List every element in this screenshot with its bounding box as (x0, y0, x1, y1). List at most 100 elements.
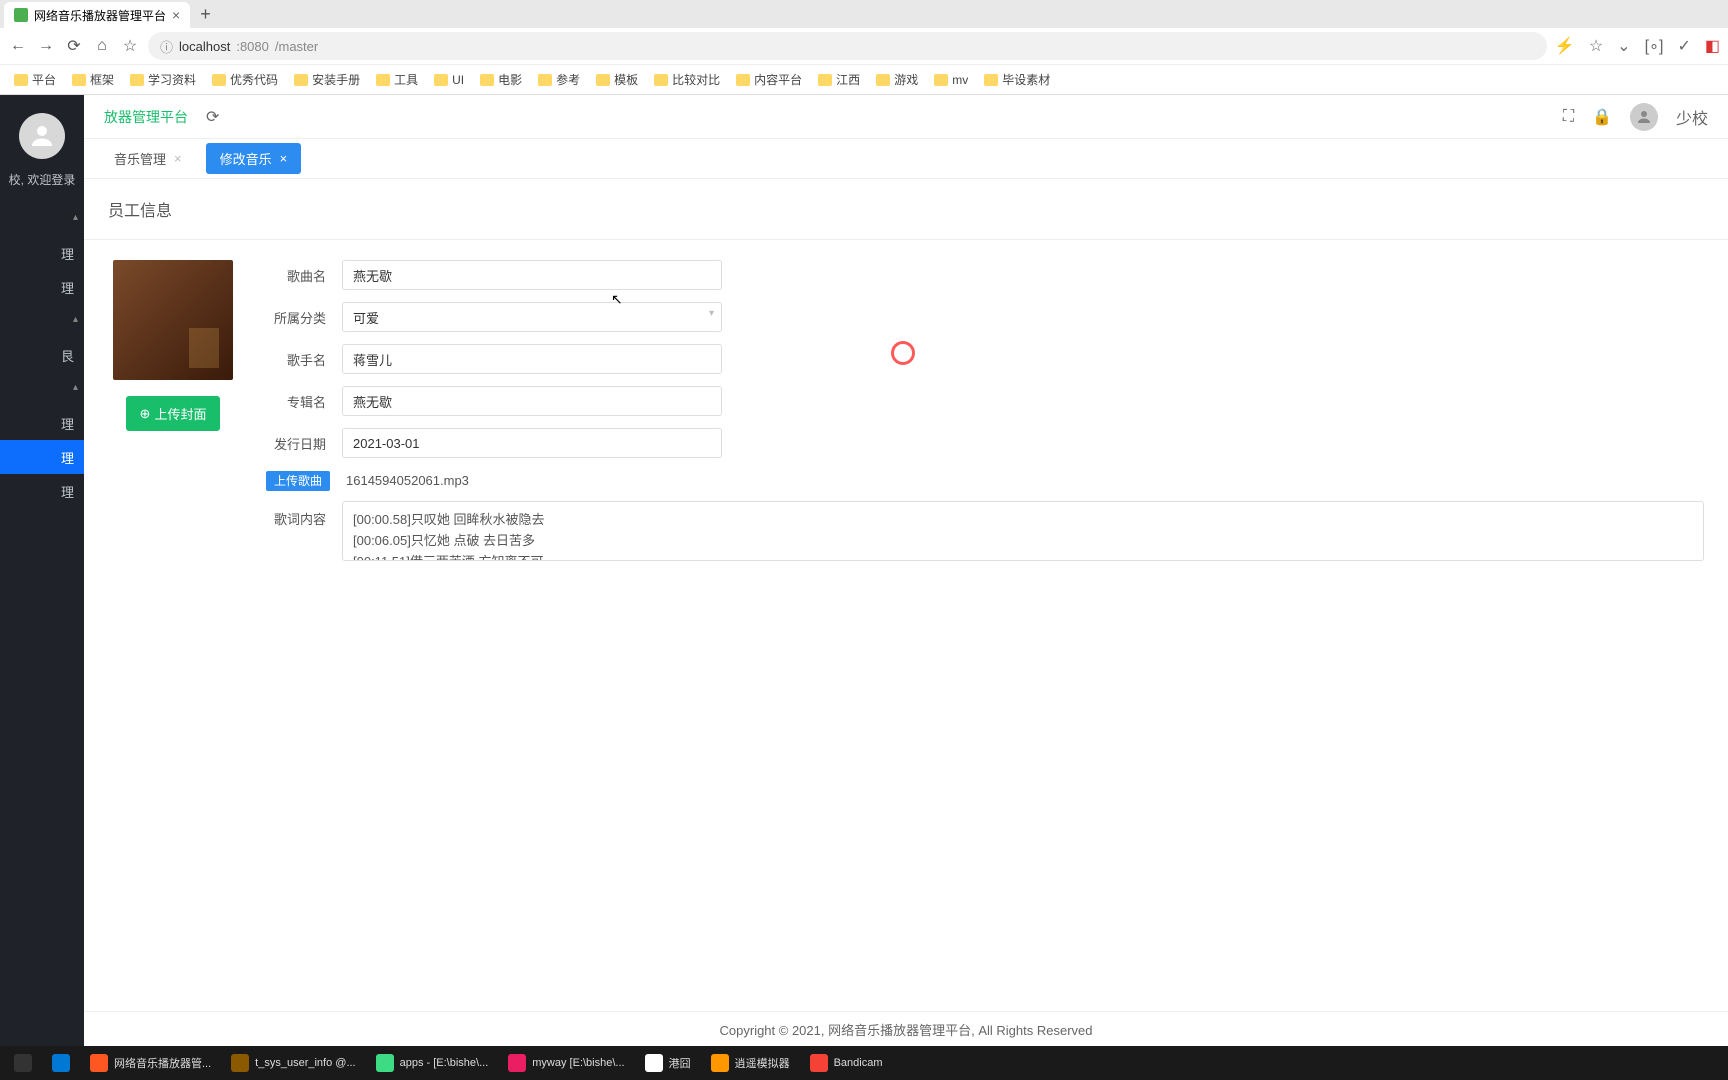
taskbar-item[interactable]: 网络音乐播放器管... (82, 1049, 219, 1077)
date-input[interactable] (342, 428, 722, 458)
url-host: localhost (179, 39, 230, 54)
taskbar-label: 网络音乐播放器管... (114, 1055, 211, 1071)
refresh-button[interactable]: ⟳ (206, 107, 219, 127)
ext3-icon[interactable]: ◧ (1705, 36, 1720, 56)
sidebar-item[interactable]: 理 (0, 440, 84, 474)
bookmark-item[interactable]: mv (934, 73, 968, 87)
ext1-icon[interactable]: [∘] (1645, 36, 1664, 56)
bookmark-label: 框架 (90, 71, 114, 88)
sidebar-item[interactable]: ▴ (0, 202, 84, 236)
bookmark-label: UI (452, 73, 464, 87)
taskbar-item[interactable] (44, 1049, 78, 1077)
bookmark-label: 平台 (32, 71, 56, 88)
sidebar-item[interactable]: ▴ (0, 372, 84, 406)
fullscreen-icon[interactable]: ⛶ (1563, 108, 1574, 126)
sidebar-item[interactable]: 理 (0, 406, 84, 440)
chevron-down-icon[interactable]: ⌄ (1617, 36, 1630, 56)
lyrics-textarea[interactable] (342, 501, 1704, 561)
folder-icon (654, 74, 668, 86)
info-icon: ⓘ (160, 37, 173, 56)
taskbar-item[interactable]: Bandicam (802, 1049, 891, 1077)
bookmark-item[interactable]: 优秀代码 (212, 71, 278, 88)
bookmark-item[interactable]: 内容平台 (736, 71, 802, 88)
taskbar-label: apps - [E:\bishe\... (400, 1057, 489, 1069)
singer-input[interactable] (342, 344, 722, 374)
folder-icon (538, 74, 552, 86)
flash-icon[interactable]: ⚡ (1555, 36, 1575, 56)
bookmark-item[interactable]: 电影 (480, 71, 522, 88)
close-icon[interactable]: × (280, 151, 288, 166)
back-icon[interactable]: ← (8, 36, 28, 56)
bookmark-item[interactable]: 毕设素材 (984, 71, 1050, 88)
bookmark-item[interactable]: 游戏 (876, 71, 918, 88)
song-input[interactable] (342, 260, 722, 290)
star-icon[interactable]: ☆ (120, 36, 140, 56)
taskbar-item[interactable]: t_sys_user_info @... (223, 1049, 363, 1077)
taskbar-item[interactable]: 逍遥模拟器 (703, 1049, 798, 1077)
folder-icon (876, 74, 890, 86)
bookmark-item[interactable]: 比较对比 (654, 71, 720, 88)
bookmark-star-icon[interactable]: ☆ (1589, 36, 1603, 56)
taskbar-item[interactable]: apps - [E:\bishe\... (368, 1049, 497, 1077)
reload-icon[interactable]: ⟳ (64, 36, 84, 56)
sidebar-item[interactable]: 理 (0, 270, 84, 304)
sidebar: 校, 欢迎登录 ▴理理▴艮▴理理理 (0, 95, 84, 1047)
close-icon[interactable]: × (174, 151, 182, 166)
category-value[interactable] (342, 302, 722, 332)
taskbar-label: 港囧 (669, 1055, 691, 1071)
bookmark-item[interactable]: 平台 (14, 71, 56, 88)
taskbar-item[interactable] (6, 1049, 40, 1077)
folder-icon (72, 74, 86, 86)
bookmark-item[interactable]: 安装手册 (294, 71, 360, 88)
upload-song-wrap: 上传歌曲 (266, 470, 330, 489)
category-select[interactable] (342, 302, 722, 332)
sidebar-avatar[interactable] (19, 113, 65, 159)
bookmark-label: 内容平台 (754, 71, 802, 88)
app-icon (810, 1054, 828, 1072)
taskbar-label: 逍遥模拟器 (735, 1055, 790, 1071)
address-bar: ← → ⟳ ⌂ ☆ ⓘ localhost:8080/master ⚡ ☆ ⌄ … (0, 28, 1728, 64)
sidebar-item[interactable]: 理 (0, 236, 84, 270)
bookmark-label: 毕设素材 (1002, 71, 1050, 88)
forward-icon[interactable]: → (36, 36, 56, 56)
bookmark-label: 模板 (614, 71, 638, 88)
browser-chrome: 网络音乐播放器管理平台 × + ← → ⟳ ⌂ ☆ ⓘ localhost:80… (0, 0, 1728, 95)
sidebar-item[interactable]: ▴ (0, 304, 84, 338)
user-avatar[interactable] (1630, 103, 1658, 131)
new-tab-button[interactable]: + (190, 4, 221, 25)
taskbar-item[interactable]: 港囧 (637, 1049, 699, 1077)
tab-title: 网络音乐播放器管理平台 (34, 7, 166, 24)
username-text[interactable]: 少校 (1676, 105, 1708, 129)
bookmark-item[interactable]: 框架 (72, 71, 114, 88)
bookmark-item[interactable]: UI (434, 73, 464, 87)
lock-icon[interactable]: 🔒 (1592, 107, 1612, 127)
close-tab-icon[interactable]: × (172, 7, 180, 23)
ext2-icon[interactable]: ✓ (1677, 36, 1690, 56)
sidebar-item[interactable]: 理 (0, 474, 84, 508)
app-icon (645, 1054, 663, 1072)
user-icon (1635, 108, 1653, 126)
upload-cover-label: 上传封面 (154, 404, 206, 423)
bookmark-item[interactable]: 江西 (818, 71, 860, 88)
upload-cover-button[interactable]: ⊕ 上传封面 (126, 396, 221, 431)
taskbar-item[interactable]: myway [E:\bishe\... (500, 1049, 632, 1077)
content-tab[interactable]: 音乐管理 × (100, 143, 196, 174)
album-input[interactable] (342, 386, 722, 416)
browser-tab-bar: 网络音乐播放器管理平台 × + (0, 0, 1728, 28)
taskbar-label: Bandicam (834, 1057, 883, 1069)
browser-tab[interactable]: 网络音乐播放器管理平台 × (4, 2, 190, 28)
bookmark-item[interactable]: 模板 (596, 71, 638, 88)
bookmark-item[interactable]: 参考 (538, 71, 580, 88)
sidebar-item[interactable]: 艮 (0, 338, 84, 372)
content-tab[interactable]: 修改音乐× (206, 143, 302, 174)
bookmark-item[interactable]: 学习资料 (130, 71, 196, 88)
main-area: 放器管理平台 ⟳ ⛶ 🔒 少校 音乐管理×修改音乐× 员工信息 (84, 95, 1728, 1047)
home-icon[interactable]: ⌂ (92, 36, 112, 56)
bookmark-label: 电影 (498, 71, 522, 88)
bookmark-item[interactable]: 工具 (376, 71, 418, 88)
upload-song-button[interactable]: 上传歌曲 (266, 471, 330, 491)
folder-icon (934, 74, 948, 86)
browser-right-icons: ⚡ ☆ ⌄ [∘] ✓ ◧ (1555, 36, 1720, 56)
tab-label: 音乐管理 (114, 149, 166, 168)
url-input[interactable]: ⓘ localhost:8080/master (148, 32, 1547, 60)
